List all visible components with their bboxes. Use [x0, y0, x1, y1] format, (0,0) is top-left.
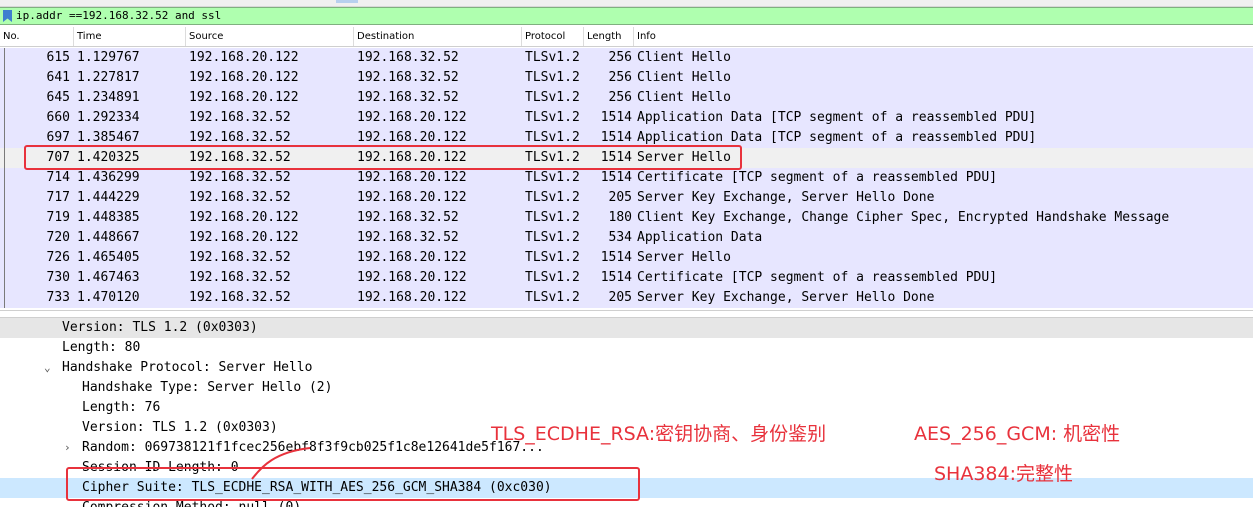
annotation-key-exchange: TLS_ECDHE_RSA:密钥协商、身份鉴别	[491, 423, 827, 445]
annotation-cipher: AES_256_GCM: 机密性	[914, 423, 1121, 445]
annotation-hash: SHA384:完整性	[934, 463, 1074, 485]
